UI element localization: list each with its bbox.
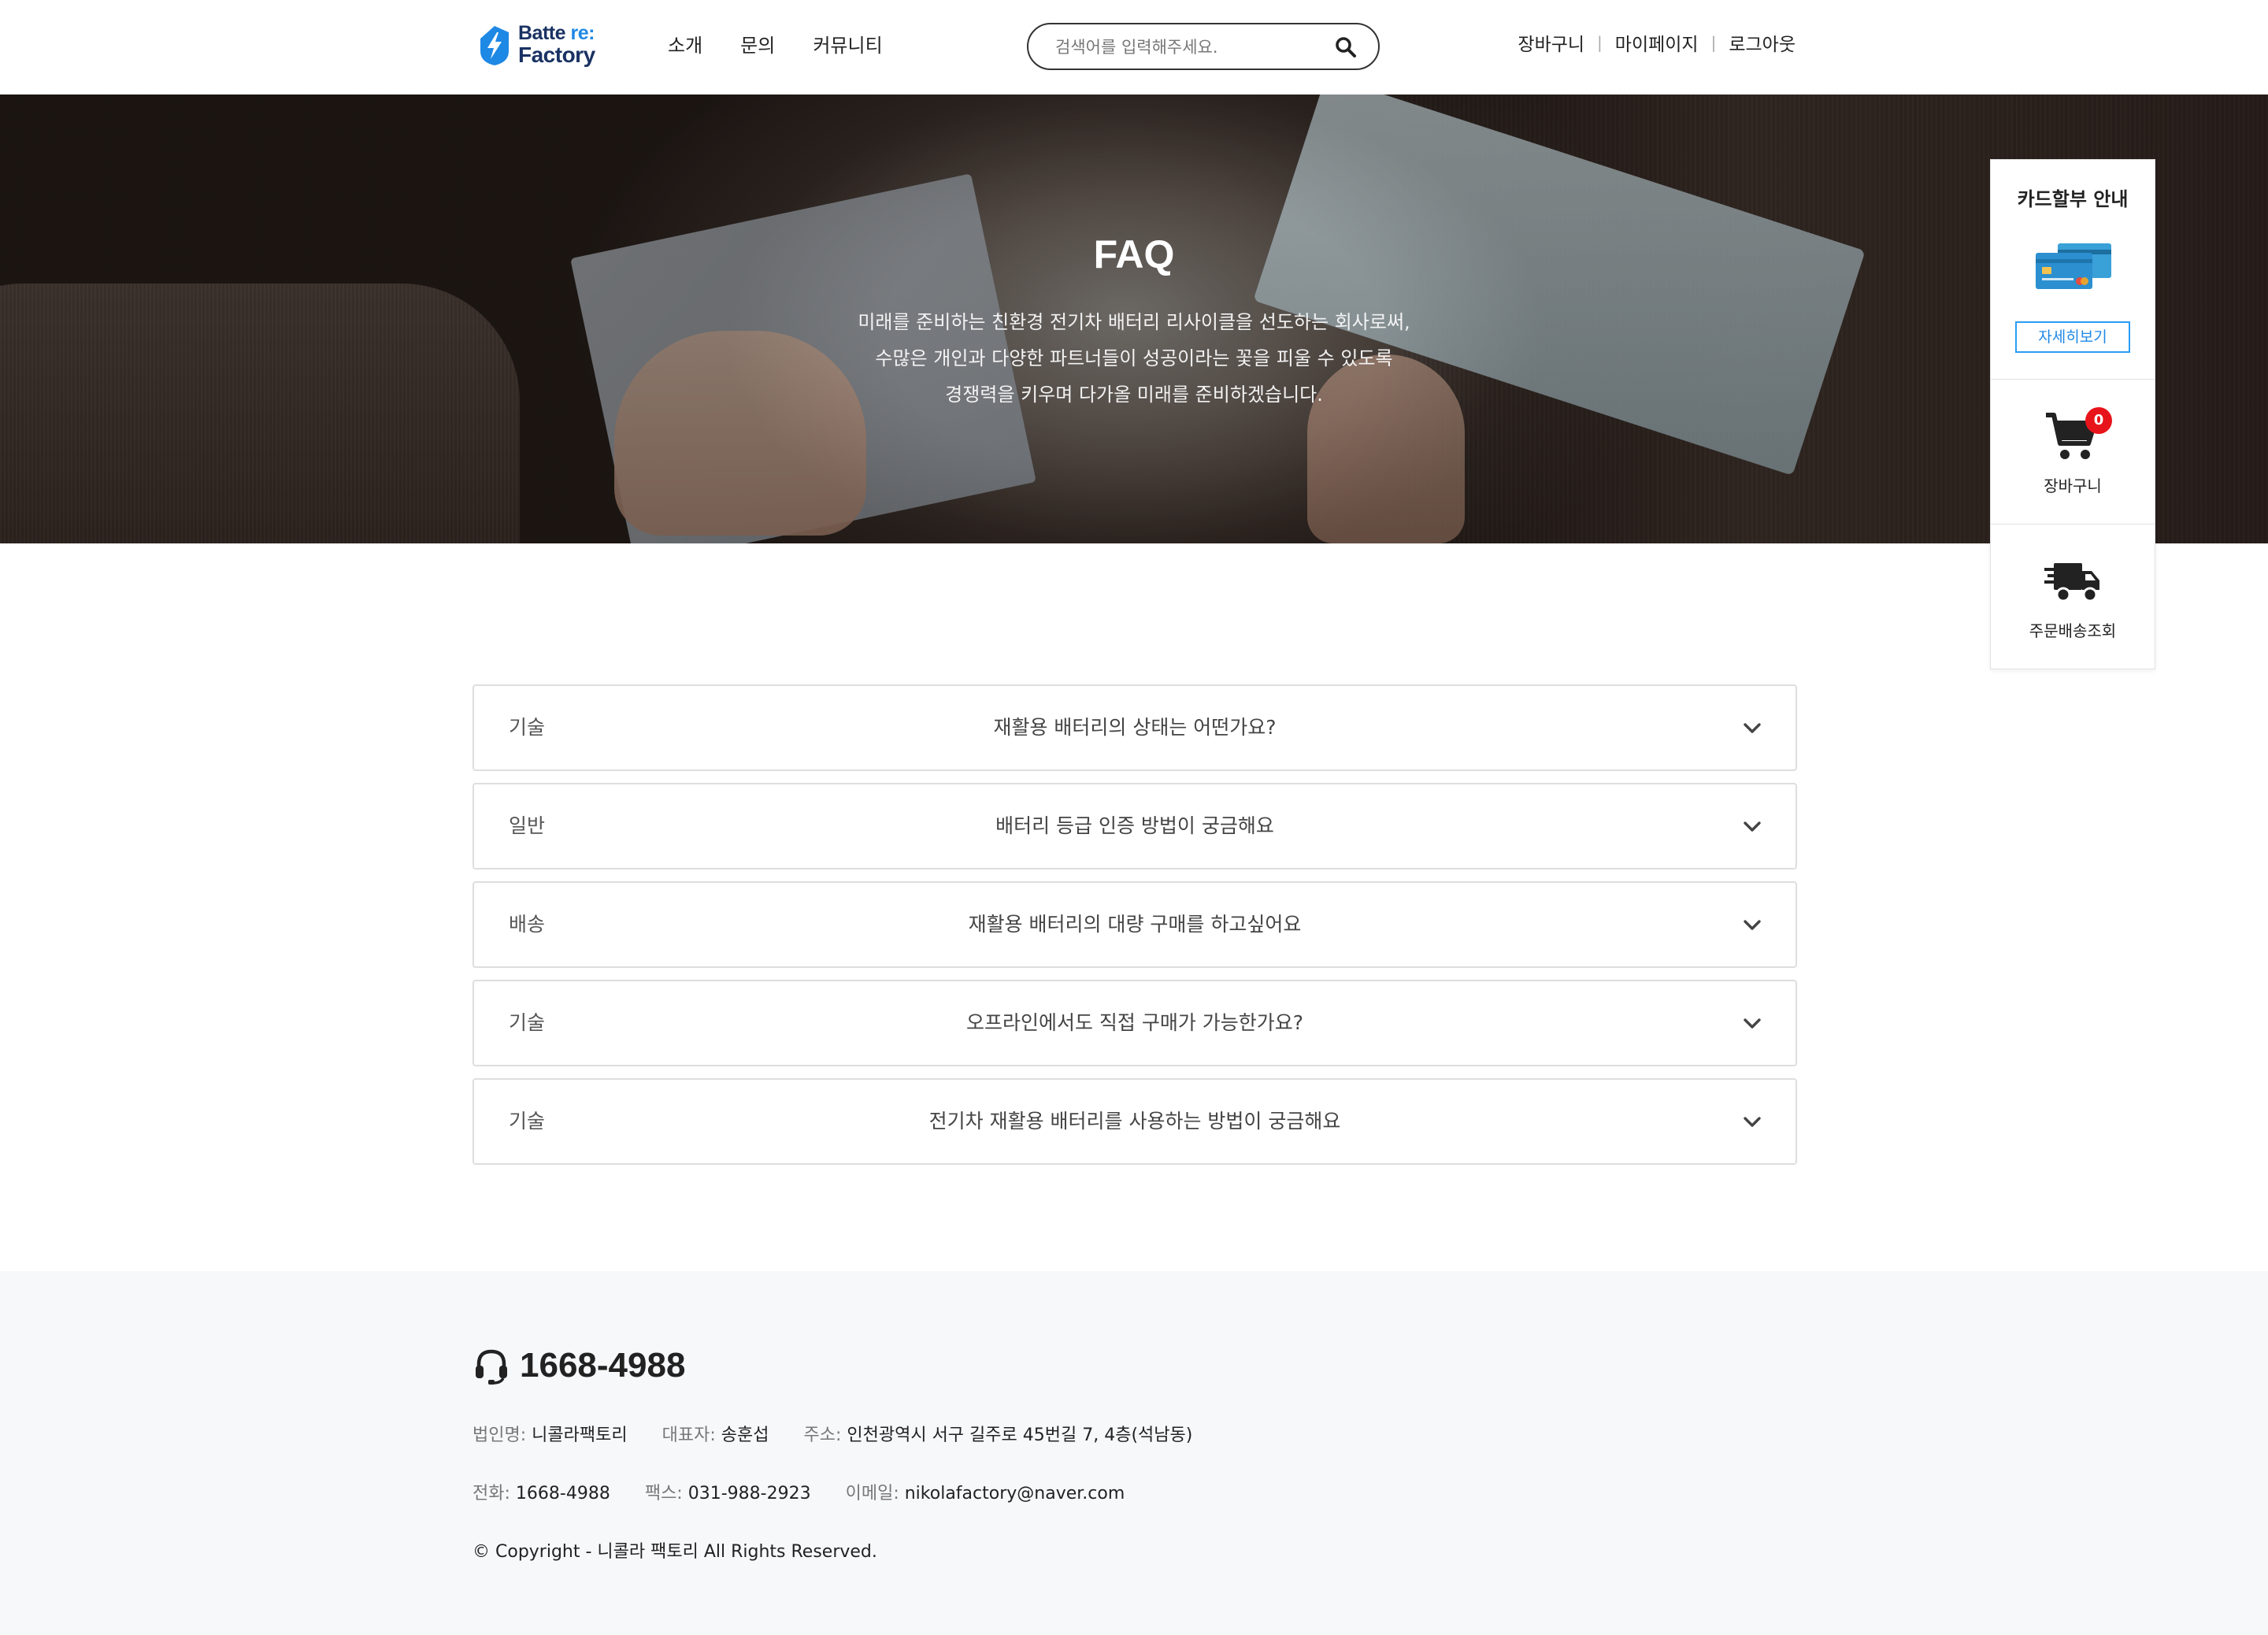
search-box bbox=[1027, 23, 1380, 70]
hero-desc-line: 수많은 개인과 다양한 파트너들이 성공이라는 꽃을 피울 수 있도록 bbox=[875, 347, 1393, 369]
quick-ship-label: 주문배송조회 bbox=[2029, 621, 2117, 640]
nav-intro[interactable]: 소개 bbox=[668, 30, 702, 61]
chevron-down-icon[interactable] bbox=[1742, 914, 1762, 935]
quick-card-installment: 카드할부 안내 자세히보기 bbox=[1991, 160, 2155, 380]
faq-item[interactable]: 기술 재활용 배터리의 상태는 어떤가요? bbox=[472, 684, 1797, 771]
faq-question: 재활용 배터리의 대량 구매를 하고싶어요 bbox=[968, 913, 1302, 936]
hero-banner: FAQ 미래를 준비하는 친환경 전기차 배터리 리사이클을 선도하는 회사로써… bbox=[0, 95, 2268, 543]
logo[interactable]: Batte re: Factory bbox=[477, 23, 595, 69]
faq-question: 전기차 재활용 배터리를 사용하는 방법이 궁금해요 bbox=[928, 1110, 1341, 1133]
faq-item[interactable]: 일반 배터리 등급 인증 방법이 궁금해요 bbox=[472, 783, 1797, 869]
hero-desc-line: 경쟁력을 키우며 다가올 미래를 준비하겠습니다. bbox=[945, 384, 1323, 406]
faq-item[interactable]: 기술 전기차 재활용 배터리를 사용하는 방법이 궁금해요 bbox=[472, 1078, 1797, 1165]
chevron-down-icon[interactable] bbox=[1742, 1111, 1762, 1132]
hero-desc-line: 미래를 준비하는 친환경 전기차 배터리 리사이클을 선도하는 회사로써, bbox=[858, 311, 1410, 333]
faq-category: 기술 bbox=[509, 1011, 546, 1034]
quick-cart-label: 장바구니 bbox=[2044, 476, 2102, 495]
faq-question: 오프라인에서도 직접 구매가 가능한가요? bbox=[965, 1011, 1304, 1034]
site-header: Batte re: Factory 소개 문의 커뮤니티 장바구니 | 마이페이… bbox=[0, 0, 2268, 95]
footer-ceo: 대표자: 송훈섭 bbox=[662, 1426, 769, 1445]
footer-fax: 팩스: 031-988-2923 bbox=[644, 1484, 811, 1503]
page-title: FAQ bbox=[1093, 232, 1175, 276]
headset-icon bbox=[476, 1349, 507, 1385]
util-links: 장바구니 | 마이페이지 | 로그아웃 bbox=[1518, 28, 1796, 57]
site-footer: 1668-4988 법인명: 니콜라팩토리 대표자: 송훈섭 주소: 인천광역시… bbox=[0, 1271, 2268, 1635]
footer-phone-number: 1668-4988 bbox=[520, 1346, 686, 1385]
chevron-down-icon[interactable] bbox=[1742, 816, 1762, 836]
logo-text: Batte re: Factory bbox=[518, 22, 595, 67]
faq-category: 기술 bbox=[509, 716, 546, 739]
footer-tel: 전화: 1668-4988 bbox=[472, 1484, 610, 1503]
faq-category: 일반 bbox=[509, 814, 546, 837]
bolt-logo-icon bbox=[480, 26, 509, 65]
search-input[interactable] bbox=[1054, 34, 1325, 61]
footer-copyright: © Copyright - 니콜라 팩토리 All Rights Reserve… bbox=[472, 1542, 877, 1562]
quick-card-title: 카드할부 안내 bbox=[2017, 188, 2129, 210]
footer-address: 주소: 인천광역시 서구 길주로 45번길 7, 4층(석남동) bbox=[803, 1426, 1193, 1445]
chevron-down-icon[interactable] bbox=[1742, 717, 1762, 738]
footer-contact-info: 전화: 1668-4988 팩스: 031-988-2923 이메일: niko… bbox=[472, 1479, 1125, 1504]
footer-company: 법인명: 니콜라팩토리 bbox=[472, 1426, 628, 1445]
util-logout-link[interactable]: 로그아웃 bbox=[1729, 29, 1796, 56]
chevron-down-icon[interactable] bbox=[1742, 1013, 1762, 1033]
card-detail-button[interactable]: 자세히보기 bbox=[2015, 321, 2130, 353]
cart-count-badge: 0 bbox=[2085, 407, 2112, 434]
nav-inquiry[interactable]: 문의 bbox=[740, 30, 775, 61]
faq-category: 기술 bbox=[509, 1110, 546, 1133]
nav-community[interactable]: 커뮤니티 bbox=[813, 30, 882, 61]
footer-company-info: 법인명: 니콜라팩토리 대표자: 송훈섭 주소: 인천광역시 서구 길주로 45… bbox=[472, 1421, 1192, 1446]
faq-category: 배송 bbox=[509, 913, 546, 936]
util-cart-link[interactable]: 장바구니 bbox=[1518, 29, 1584, 56]
faq-item[interactable]: 기술 오프라인에서도 직접 구매가 가능한가요? bbox=[472, 980, 1797, 1066]
quick-order-tracking[interactable]: 주문배송조회 bbox=[1991, 524, 2155, 669]
footer-email: 이메일: nikolafactory@naver.com bbox=[845, 1484, 1125, 1503]
divider: | bbox=[1710, 33, 1717, 52]
quick-cart[interactable]: 0 장바구니 bbox=[1991, 379, 2155, 525]
footer-phone: 1668-4988 bbox=[472, 1345, 685, 1386]
faq-question: 재활용 배터리의 상태는 어떤가요? bbox=[993, 716, 1277, 739]
divider: | bbox=[1597, 33, 1603, 52]
faq-item[interactable]: 배송 재활용 배터리의 대량 구매를 하고싶어요 bbox=[472, 881, 1797, 968]
main-nav: 소개 문의 커뮤니티 bbox=[668, 30, 883, 61]
hero-description: 미래를 준비하는 친환경 전기차 배터리 리사이클을 선도하는 회사로써, 수많… bbox=[0, 304, 2268, 413]
util-mypage-link[interactable]: 마이페이지 bbox=[1615, 29, 1699, 56]
faq-list: 기술 재활용 배터리의 상태는 어떤가요? 일반 배터리 등급 인증 방법이 궁… bbox=[472, 684, 1797, 1177]
faq-question: 배터리 등급 인증 방법이 궁금해요 bbox=[995, 814, 1274, 837]
search-icon[interactable] bbox=[1334, 35, 1358, 59]
quick-menu: 카드할부 안내 자세히보기 0 장바구니 주문배송조회 bbox=[1990, 159, 2155, 669]
credit-card-icon bbox=[2036, 243, 2111, 289]
truck-icon bbox=[2044, 563, 2099, 602]
